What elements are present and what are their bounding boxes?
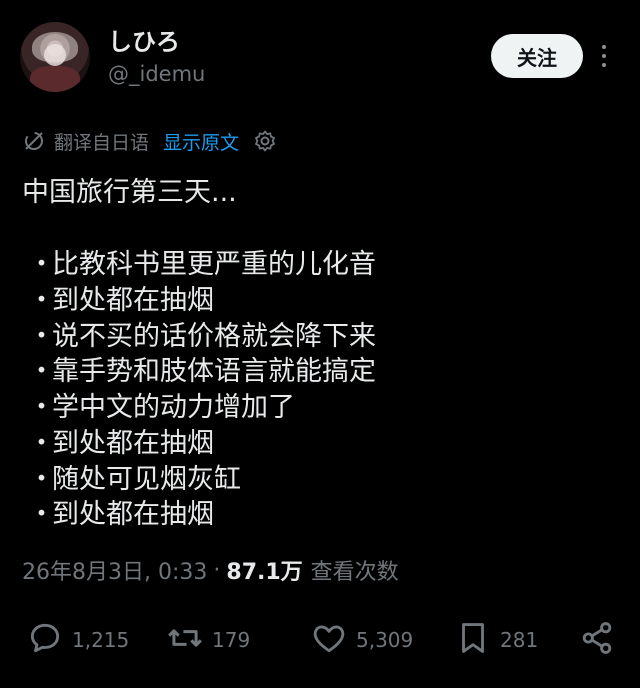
list-item-text: 到处都在抽烟 — [52, 427, 214, 459]
avatar[interactable] — [20, 22, 90, 92]
retweet-count: 179 — [212, 628, 251, 652]
list-item: ・到处都在抽烟 — [22, 426, 622, 462]
bullet: ・ — [28, 392, 55, 424]
list-item-text: 到处都在抽烟 — [52, 499, 214, 531]
more-icon[interactable] — [594, 40, 614, 72]
bookmark-icon — [454, 619, 492, 662]
share-icon — [578, 619, 616, 662]
tweet-title: 中国旅行第三天... — [22, 177, 237, 208]
reply-icon — [26, 619, 64, 662]
avatar-body — [30, 66, 80, 92]
reply-button[interactable]: 1,215 — [26, 620, 129, 660]
retweet-button[interactable]: 179 — [166, 620, 250, 660]
reply-count: 1,215 — [72, 628, 130, 652]
bullet: ・ — [28, 320, 55, 352]
like-button[interactable]: 5,309 — [310, 620, 413, 660]
bullet: ・ — [28, 356, 55, 388]
tweet-text: 中国旅行第三天... ・比教科书里更严重的儿化音 ・到处都在抽烟 ・说不买的话价… — [22, 175, 622, 533]
list-item: ・到处都在抽烟 — [22, 498, 622, 534]
views-label: 查看次数 — [310, 560, 399, 585]
bullet: ・ — [28, 248, 55, 280]
list-item: ・随处可见烟灰缸 — [22, 462, 622, 498]
user-handle[interactable]: @_idemu — [108, 62, 205, 86]
tweet-header: しひろ @_idemu 关注 — [0, 0, 640, 110]
bullet: ・ — [28, 427, 55, 459]
show-original-link[interactable]: 显示原文 — [163, 128, 239, 155]
list-item-text: 比教科书里更严重的儿化音 — [52, 248, 376, 280]
list-item-text: 学中文的动力增加了 — [52, 392, 295, 424]
bookmark-count: 281 — [500, 628, 539, 652]
list-item: ・说不买的话价格就会降下来 — [22, 319, 622, 355]
bullet: ・ — [28, 284, 55, 316]
list-item-text: 说不买的话价格就会降下来 — [52, 320, 376, 352]
bookmark-button[interactable]: 281 — [454, 620, 538, 660]
retweet-icon — [166, 619, 204, 662]
translate-icon — [22, 129, 46, 153]
list-item-text: 随处可见烟灰缸 — [52, 463, 241, 495]
translation-bar: 翻译自日语 显示原文 — [22, 126, 279, 156]
timestamp[interactable]: 26年8月3日, 0:33 — [22, 554, 207, 586]
like-icon — [310, 619, 348, 662]
settings-icon[interactable] — [251, 127, 279, 155]
like-count: 5,309 — [356, 628, 414, 652]
list-item-text: 到处都在抽烟 — [52, 284, 214, 316]
list-item: ・学中文的动力增加了 — [22, 390, 622, 426]
list-item: ・比教科书里更严重的儿化音 — [22, 247, 622, 283]
tweet-meta: 26年8月3日, 0:33 · 87.1万 查看次数 — [22, 552, 399, 588]
list-item: ・到处都在抽烟 — [22, 283, 622, 319]
action-bar: 1,215 179 5,309 281 — [0, 612, 640, 668]
meta-separator: · — [213, 557, 221, 583]
avatar-face — [44, 44, 66, 66]
views-count: 87.1万 — [226, 560, 303, 585]
list-item-text: 靠手势和肢体语言就能搞定 — [52, 356, 376, 388]
bullet: ・ — [28, 463, 55, 495]
display-name[interactable]: しひろ — [108, 22, 180, 57]
share-button[interactable] — [578, 620, 616, 660]
translate-label: 翻译自日语 — [54, 131, 150, 154]
bullet: ・ — [28, 499, 55, 531]
follow-button[interactable]: 关注 — [491, 34, 583, 78]
list-item: ・靠手势和肢体语言就能搞定 — [22, 354, 622, 390]
